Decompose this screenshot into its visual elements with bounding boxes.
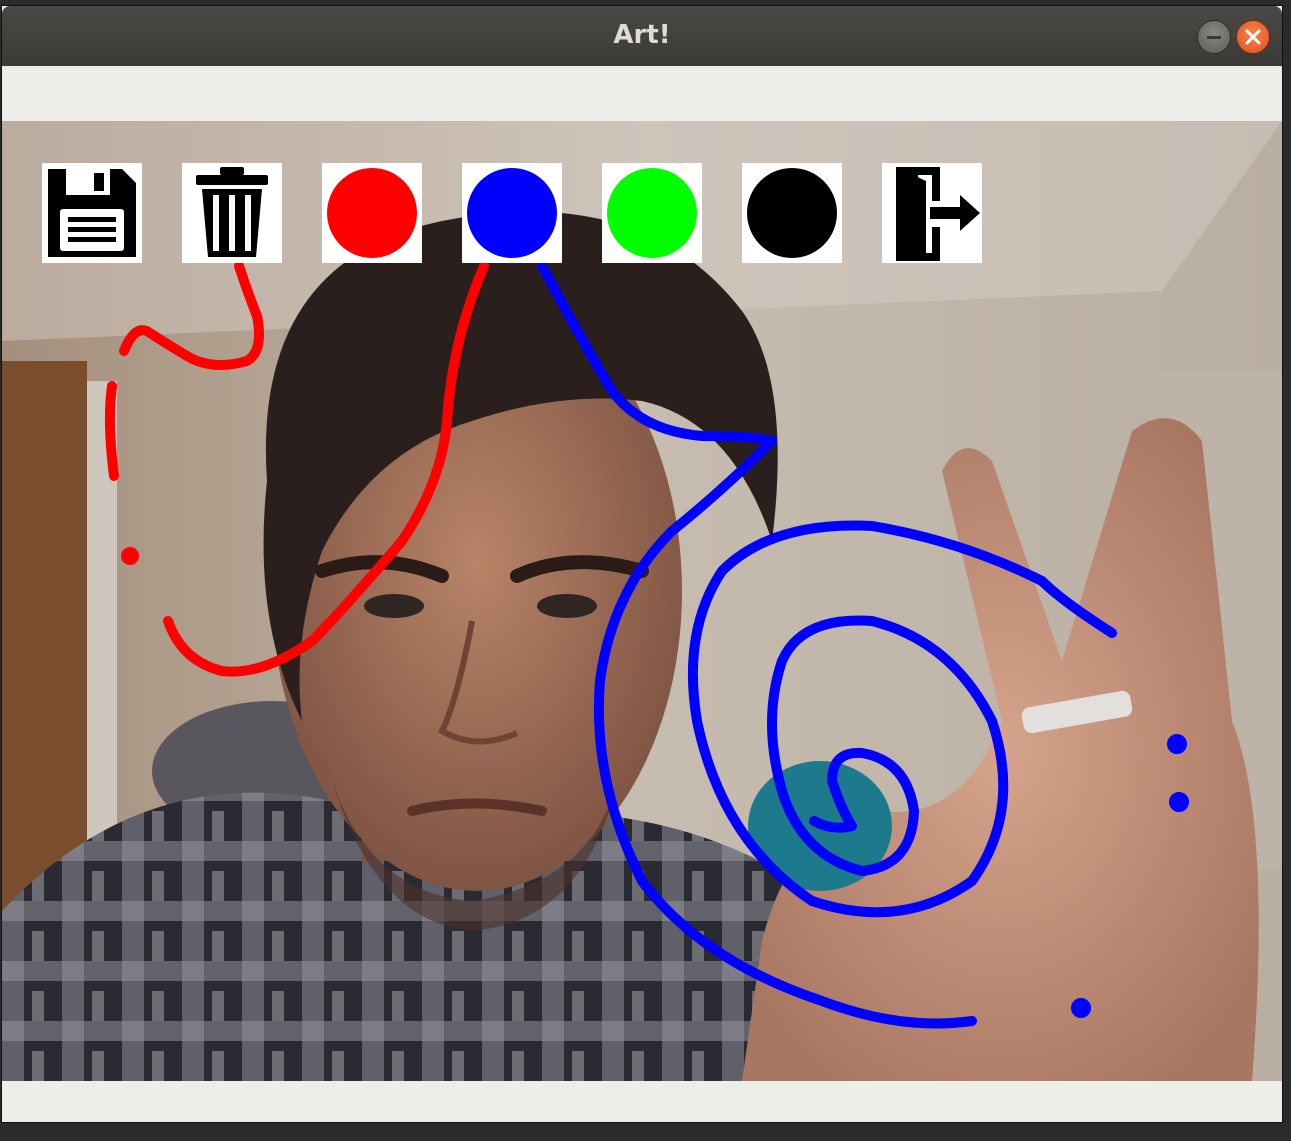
exit-button[interactable] [882, 163, 982, 263]
drawing-canvas[interactable] [2, 121, 1282, 1081]
app-window: Art! [2, 6, 1282, 1122]
exit-icon [896, 167, 980, 261]
top-margin [2, 66, 1282, 121]
close-icon [1245, 29, 1261, 45]
trash-icon [196, 167, 268, 257]
black-color-button[interactable] [742, 163, 842, 263]
close-button[interactable] [1236, 20, 1270, 54]
red-dot [121, 547, 139, 565]
title-bar[interactable]: Art! [2, 6, 1282, 66]
red-stroke-3 [104, 381, 119, 481]
bottom-margin [2, 1081, 1282, 1122]
red-circle-icon [327, 168, 417, 258]
save-icon [48, 169, 136, 257]
red-color-button[interactable] [322, 163, 422, 263]
webcam-scene [2, 121, 1282, 1081]
green-circle-icon [607, 168, 697, 258]
black-circle-icon [747, 168, 837, 258]
clear-button[interactable] [182, 163, 282, 263]
blue-circle-icon [467, 168, 557, 258]
minimize-button[interactable] [1197, 20, 1231, 54]
desktop: Art! [0, 0, 1291, 1141]
blue-dot-1 [1167, 734, 1187, 754]
green-color-button[interactable] [602, 163, 702, 263]
right-eye [537, 594, 597, 618]
blue-dot-3 [1071, 998, 1091, 1018]
left-eye [364, 594, 424, 618]
save-button[interactable] [42, 163, 142, 263]
window-title: Art! [613, 20, 671, 50]
blue-color-button[interactable] [462, 163, 562, 263]
blue-dot-2 [1169, 792, 1189, 812]
